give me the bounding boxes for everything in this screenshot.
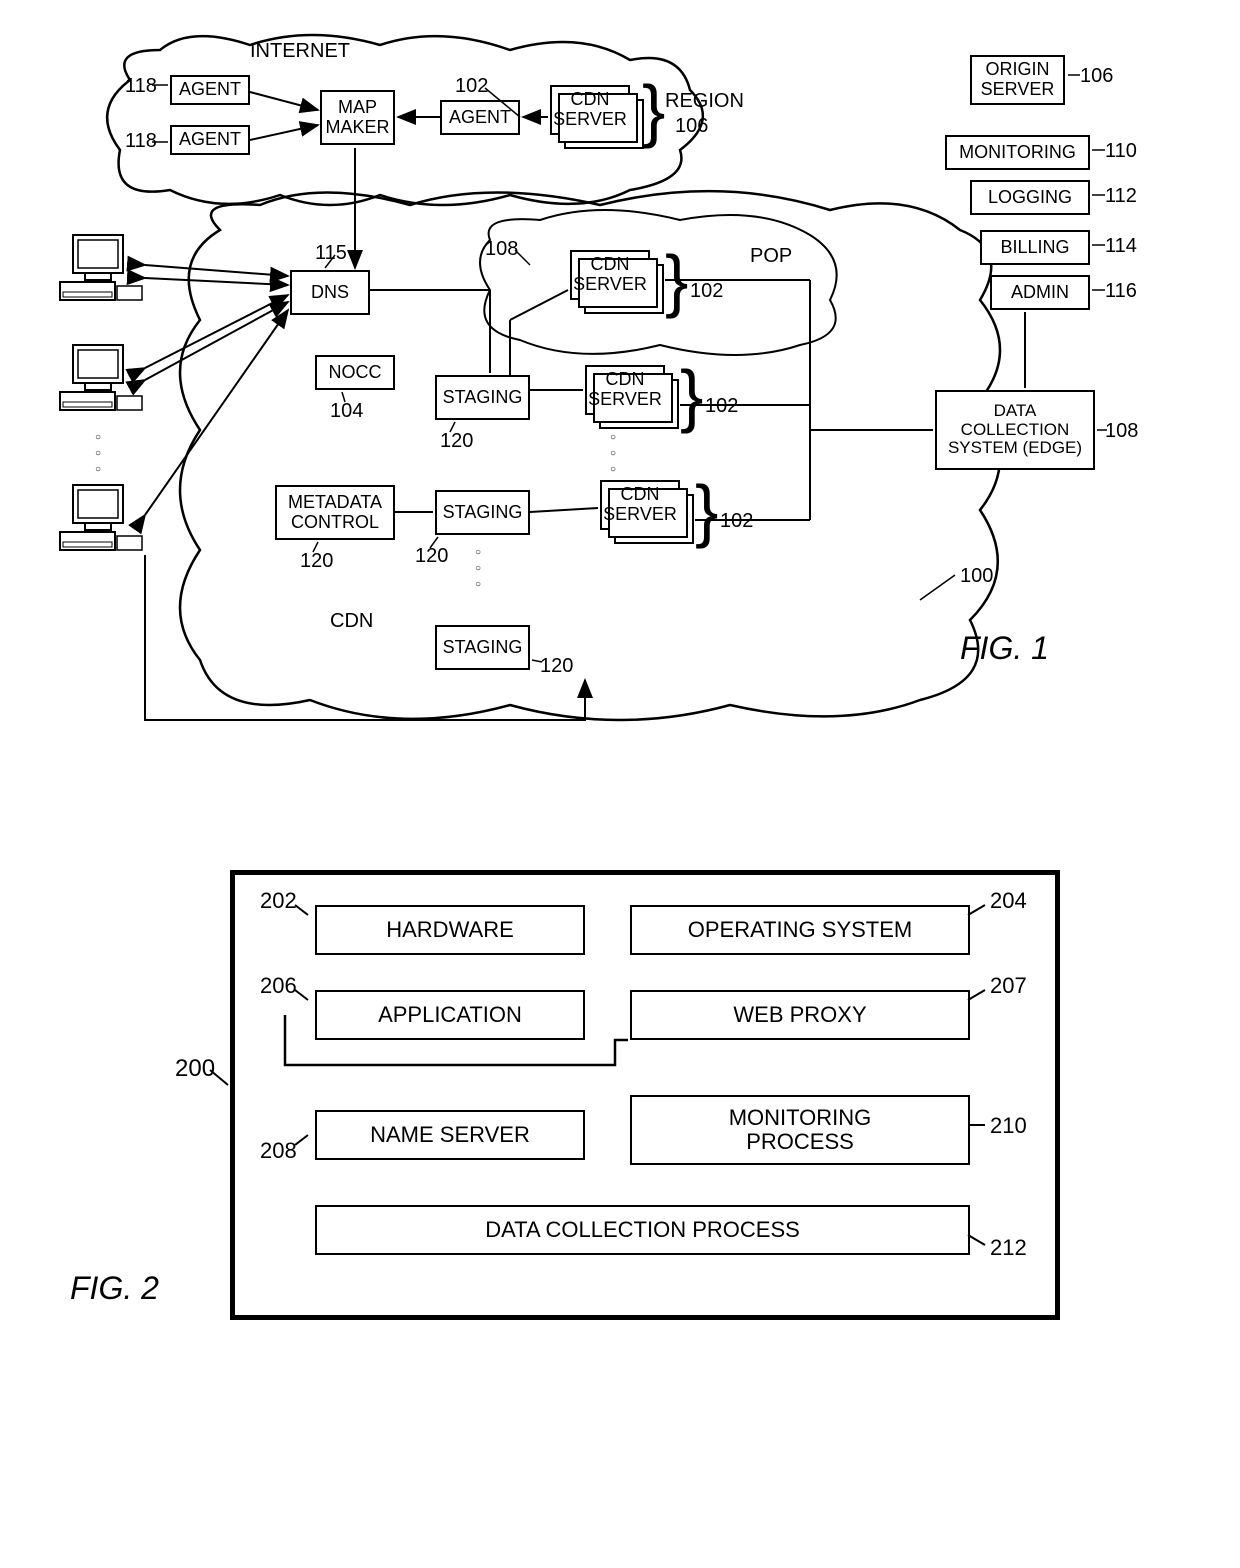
- dns-box: DNS: [290, 270, 370, 315]
- cdn-server-mid-ref: 102: [705, 395, 738, 418]
- internet-label: INTERNET: [250, 40, 350, 63]
- origin-server-box: ORIGIN SERVER: [970, 55, 1065, 105]
- billing-box: BILLING: [980, 230, 1090, 265]
- region-ref: 106: [675, 115, 708, 138]
- pop-label: POP: [750, 245, 792, 268]
- origin-ref: 106: [1080, 65, 1113, 88]
- pc-icon-2: [55, 340, 145, 420]
- cdn-server-region: CDN SERVER: [550, 85, 630, 135]
- datacollection-ref: 212: [990, 1235, 1027, 1261]
- fig1-caption: FIG. 1: [960, 630, 1049, 667]
- staging-ref-1: 120: [440, 430, 473, 453]
- application-ref: 206: [260, 973, 297, 999]
- fig2-leads: [40, 870, 1100, 1350]
- staging-ref-2: 120: [415, 545, 448, 568]
- admin-box: ADMIN: [990, 275, 1090, 310]
- pop-server-ref: 102: [690, 280, 723, 303]
- monitoring-ref: 110: [1105, 140, 1137, 163]
- data-collection-box: DATA COLLECTION SYSTEM (EDGE): [935, 390, 1095, 470]
- pc-vdots: ○○○: [95, 430, 101, 478]
- metadata-ref: 120: [300, 550, 333, 573]
- mid-brace: }: [680, 360, 703, 430]
- admin-ref: 116: [1105, 280, 1137, 303]
- metadata-control-box: METADATA CONTROL: [275, 485, 395, 540]
- webproxy-ref: 207: [990, 973, 1027, 999]
- data-collection-ref: 108: [1105, 420, 1138, 443]
- monitoring-box: MONITORING: [945, 135, 1090, 170]
- agent-box-3: AGENT: [440, 100, 520, 135]
- staging-box-1: STAGING: [435, 375, 530, 420]
- hardware-ref: 202: [260, 888, 297, 914]
- agent-ref-2: 118: [125, 130, 157, 153]
- billing-ref: 114: [1105, 235, 1137, 258]
- staging-box-2: STAGING: [435, 490, 530, 535]
- staging-ref-3: 120: [540, 655, 573, 678]
- pop-brace: }: [665, 245, 688, 315]
- cdn-server-bot-ref: 102: [720, 510, 753, 533]
- logging-box: LOGGING: [970, 180, 1090, 215]
- os-ref: 204: [990, 888, 1027, 914]
- dns-ref: 115: [315, 242, 347, 265]
- logging-ref: 112: [1105, 185, 1137, 208]
- pop-ref: 108: [485, 238, 518, 261]
- system-ref: 100: [960, 565, 993, 588]
- agent-box-2: AGENT: [170, 125, 250, 155]
- region-label: REGION: [665, 90, 744, 113]
- nocc-ref: 104: [330, 400, 363, 423]
- agent-ref-1: 118: [125, 75, 157, 98]
- figure-1: INTERNET AGENT 118 AGENT 118 MAP MAKER A…: [40, 20, 1200, 740]
- cdn-server-bot: CDN SERVER: [600, 480, 680, 530]
- region-brace: }: [642, 75, 665, 145]
- vdots-1: ○○○: [610, 430, 616, 478]
- cdn-server-mid: CDN SERVER: [585, 365, 665, 415]
- monitoring-ref: 210: [990, 1113, 1027, 1139]
- agent-box-1: AGENT: [170, 75, 250, 105]
- pc-icon-3: [55, 480, 145, 560]
- fig2-caption: FIG. 2: [70, 1270, 159, 1307]
- map-maker-box: MAP MAKER: [320, 90, 395, 145]
- nocc-box: NOCC: [315, 355, 395, 390]
- vdots-2: ○○○: [475, 545, 481, 593]
- staging-box-3: STAGING: [435, 625, 530, 670]
- bot-brace: }: [695, 475, 718, 545]
- pc-icon-1: [55, 230, 145, 310]
- nameserver-ref: 208: [260, 1138, 297, 1164]
- cdn-label: CDN: [330, 610, 373, 633]
- cdn-server-pop: CDN SERVER: [570, 250, 650, 300]
- agent-ref-3: 102: [455, 75, 488, 98]
- figure-2: HARDWARE OPERATING SYSTEM APPLICATION WE…: [40, 870, 1100, 1350]
